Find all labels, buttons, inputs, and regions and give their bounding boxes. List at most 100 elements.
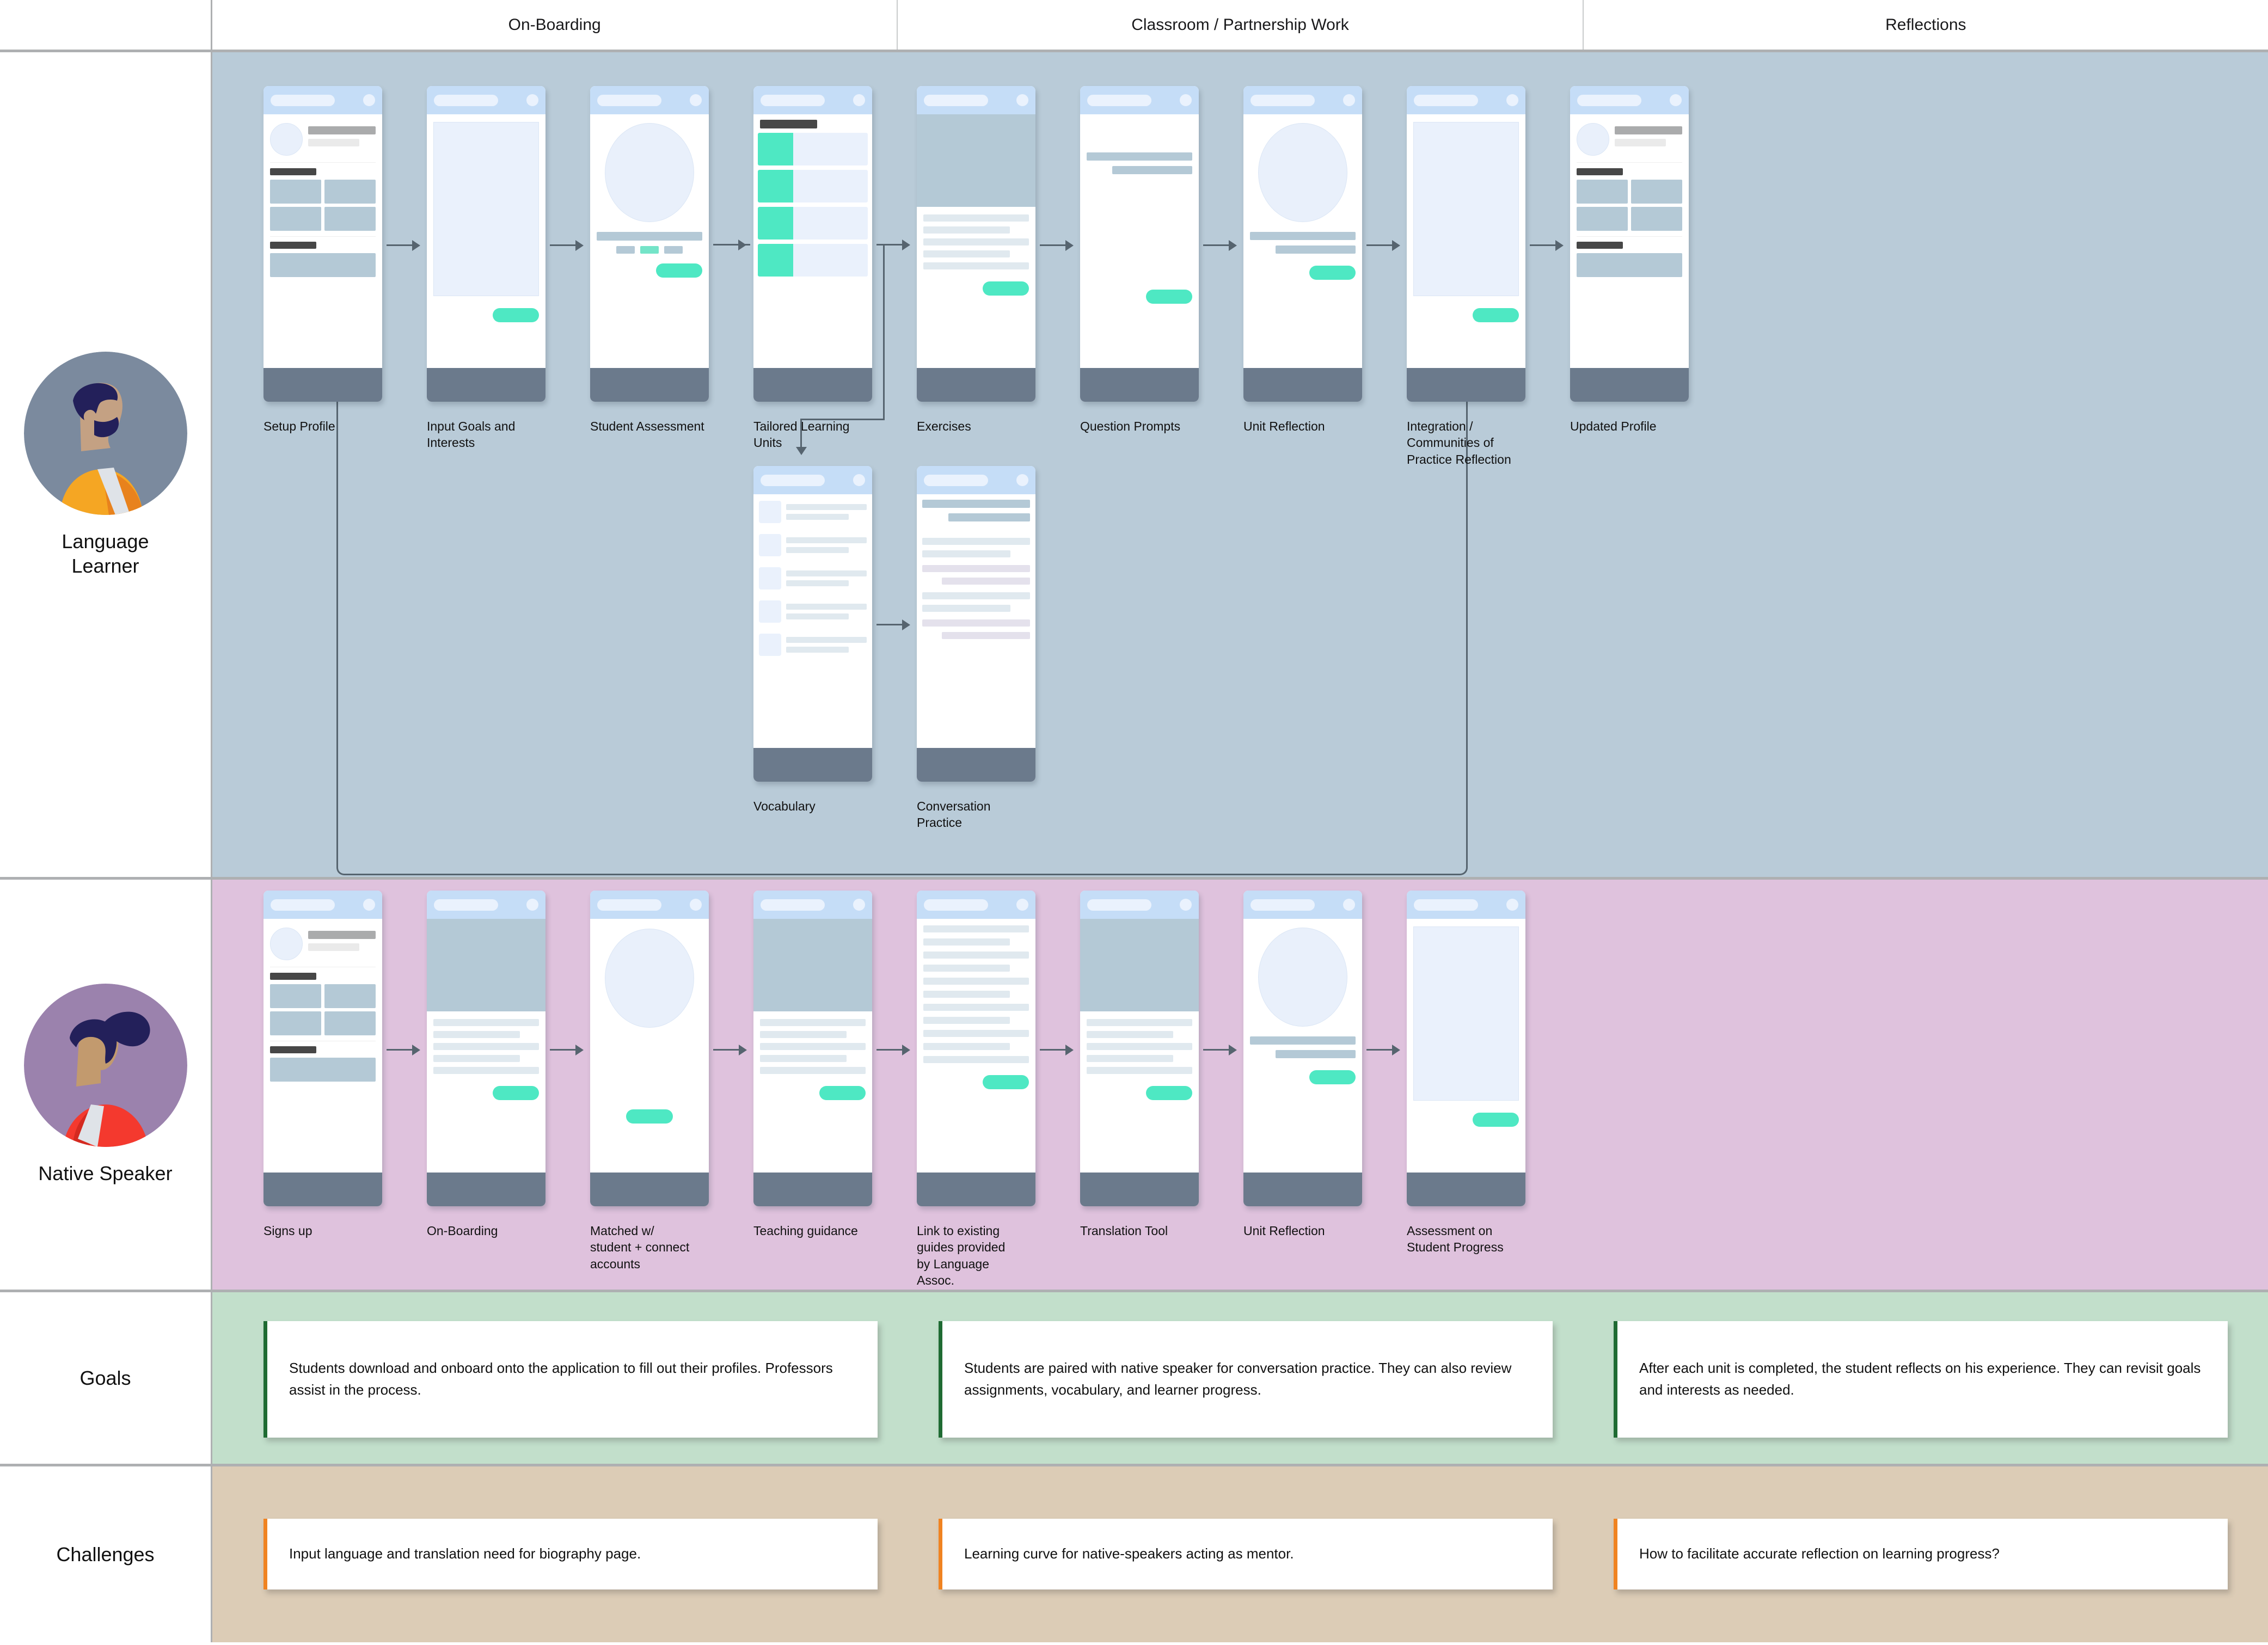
screen-student-assessment[interactable]: [590, 86, 709, 402]
reflection-line: [1275, 245, 1356, 254]
bottom-nav-bar[interactable]: [917, 368, 1035, 402]
primary-button[interactable]: [819, 1086, 866, 1100]
unit-row[interactable]: [758, 133, 868, 165]
bottom-nav-bar[interactable]: [263, 1173, 382, 1206]
app-bar: [1407, 891, 1525, 919]
caption-native-onboarding: On-Boarding: [427, 1224, 498, 1238]
primary-button[interactable]: [655, 263, 702, 278]
answer-chip-selected[interactable]: [640, 246, 659, 254]
guide-line[interactable]: [923, 1017, 1010, 1024]
guide-line[interactable]: [923, 1056, 1029, 1063]
guide-line[interactable]: [923, 952, 1029, 959]
vocab-row[interactable]: [759, 567, 867, 590]
screen-matched-with-student[interactable]: [590, 891, 709, 1206]
screen-integration-reflection[interactable]: [1407, 86, 1525, 402]
screen-tailored-learning-units[interactable]: [753, 86, 872, 402]
primary-button[interactable]: [492, 1086, 539, 1100]
bottom-nav-bar[interactable]: [427, 1173, 545, 1206]
guide-line[interactable]: [923, 991, 1010, 998]
guide-line[interactable]: [923, 925, 1029, 932]
conversation-header-line: [948, 513, 1030, 521]
bottom-nav-bar[interactable]: [1407, 1173, 1525, 1206]
primary-button[interactable]: [1472, 1113, 1519, 1127]
goal-card[interactable]: Students download and onboard onto the a…: [263, 1321, 878, 1438]
primary-button[interactable]: [982, 281, 1029, 296]
guide-line[interactable]: [923, 938, 1010, 946]
bottom-nav-bar[interactable]: [917, 748, 1035, 782]
guide-line[interactable]: [923, 978, 1029, 985]
appbar-avatar-icon: [853, 94, 865, 106]
primary-button[interactable]: [626, 1109, 673, 1124]
vocab-row[interactable]: [759, 501, 867, 523]
screen-exercises[interactable]: [917, 86, 1035, 402]
screen-native-unit-reflection[interactable]: [1243, 891, 1362, 1206]
screen-link-to-guides[interactable]: [917, 891, 1035, 1206]
bottom-nav-bar[interactable]: [753, 1173, 872, 1206]
bottom-nav-bar[interactable]: [590, 368, 709, 402]
guide-line[interactable]: [923, 1030, 1029, 1037]
goal-card[interactable]: After each unit is completed, the studen…: [1614, 1321, 2228, 1438]
primary-button[interactable]: [982, 1075, 1029, 1089]
screen-input-goals[interactable]: [427, 86, 545, 402]
guide-line[interactable]: [923, 1043, 1010, 1050]
bottom-nav-bar[interactable]: [1407, 368, 1525, 402]
screen-setup-profile[interactable]: [263, 86, 382, 402]
branch-connector-horizontal: [713, 244, 728, 245]
unit-row[interactable]: [758, 244, 868, 277]
bottom-nav-bar[interactable]: [590, 1173, 709, 1206]
guide-line[interactable]: [923, 965, 1010, 972]
app-bar: [1570, 86, 1689, 114]
screen-translation-tool[interactable]: [1080, 891, 1199, 1206]
bottom-nav-bar[interactable]: [1080, 1173, 1199, 1206]
primary-button[interactable]: [1472, 308, 1519, 322]
bottom-nav-bar[interactable]: [1080, 368, 1199, 402]
text-area-placeholder[interactable]: [1413, 122, 1519, 296]
unit-body: [793, 170, 868, 202]
screen-teaching-guidance[interactable]: [753, 891, 872, 1206]
split-connector-down-horizontal: [800, 419, 885, 420]
list-line: [923, 238, 1029, 245]
answer-chip[interactable]: [616, 246, 635, 254]
bottom-nav-bar[interactable]: [263, 368, 382, 402]
unit-row[interactable]: [758, 170, 868, 202]
bottom-nav-bar[interactable]: [753, 748, 872, 782]
vocab-row[interactable]: [759, 600, 867, 623]
screen-signs-up[interactable]: [263, 891, 382, 1206]
screen-body: [753, 919, 872, 1173]
vocab-row[interactable]: [759, 534, 867, 556]
split-connector-to-exercises: [876, 244, 902, 245]
arrow-n2-head: [575, 1045, 584, 1055]
bottom-nav-bar[interactable]: [753, 368, 872, 402]
challenge-card[interactable]: How to facilitate accurate reflection on…: [1614, 1519, 2228, 1589]
caption-integration-reflection: Integration / Communities of Practice Re…: [1407, 419, 1511, 467]
challenge-card[interactable]: Learning curve for native-speakers actin…: [939, 1519, 1553, 1589]
screen-native-onboarding[interactable]: [427, 891, 545, 1206]
challenge-card[interactable]: Input language and translation need for …: [263, 1519, 878, 1589]
text-area-placeholder[interactable]: [1413, 926, 1519, 1101]
bottom-nav-bar[interactable]: [1243, 1173, 1362, 1206]
bottom-nav-bar[interactable]: [917, 1173, 1035, 1206]
appbar-avatar-icon: [1016, 94, 1028, 106]
bottom-nav-bar[interactable]: [1570, 368, 1689, 402]
primary-button[interactable]: [492, 308, 539, 322]
primary-button[interactable]: [1145, 1086, 1192, 1100]
screen-assessment-student-progress[interactable]: [1407, 891, 1525, 1206]
bottom-nav-bar[interactable]: [427, 368, 545, 402]
screen-updated-profile[interactable]: [1570, 86, 1689, 402]
text-area-placeholder[interactable]: [433, 122, 539, 296]
reflection-line: [1250, 1036, 1356, 1045]
screen-conversation-practice[interactable]: [917, 466, 1035, 782]
guide-line[interactable]: [923, 1004, 1029, 1011]
unit-row[interactable]: [758, 207, 868, 240]
primary-button[interactable]: [1145, 290, 1192, 304]
screen-vocabulary[interactable]: [753, 466, 872, 782]
arrow-8: [1530, 244, 1555, 246]
primary-button[interactable]: [1309, 266, 1356, 280]
answer-chip[interactable]: [664, 246, 683, 254]
vocab-row[interactable]: [759, 634, 867, 656]
screen-unit-reflection[interactable]: [1243, 86, 1362, 402]
goal-card[interactable]: Students are paired with native speaker …: [939, 1321, 1553, 1438]
primary-button[interactable]: [1309, 1070, 1356, 1084]
bottom-nav-bar[interactable]: [1243, 368, 1362, 402]
screen-question-prompts[interactable]: [1080, 86, 1199, 402]
